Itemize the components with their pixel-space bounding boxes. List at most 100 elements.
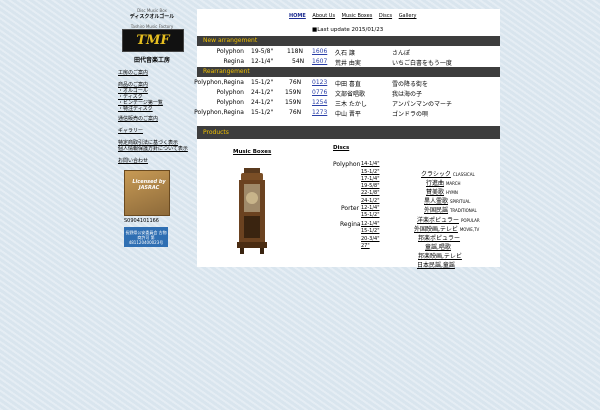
genre-jp: 賛美歌: [426, 189, 445, 196]
last-update: ■Last update 2015/01/23: [312, 27, 383, 33]
last-update-label: ■Last update: [312, 27, 350, 33]
disc-size-link[interactable]: 15-1/2": [361, 169, 380, 175]
genre-jp: 外国民謡: [424, 207, 449, 214]
discs-link[interactable]: Discs: [333, 145, 349, 151]
jasrac-badge[interactable]: Licensed by JASRAC: [124, 170, 170, 216]
nav-gallery[interactable]: Gallery: [399, 13, 417, 19]
row-artist: 三木 たかし: [335, 101, 367, 108]
genre-jp: 邦楽映画,テレビ: [418, 253, 462, 260]
sidebar-link-privacy[interactable]: 個人情報保護方針について表示: [118, 146, 188, 152]
genre-item[interactable]: 邦楽ポピュラー: [418, 233, 460, 242]
row-song: ゴンドラの唄: [392, 111, 429, 118]
row-notes: 159N: [285, 99, 301, 106]
products-header: Products: [197, 126, 500, 139]
genre-jp: 黒人霊歌: [424, 198, 449, 205]
genre-jp: 洋楽ポピュラー: [417, 217, 460, 224]
row-size: 24-1/2": [251, 89, 274, 96]
rearrangement-header: Rearrangement: [197, 67, 500, 77]
row-disc-number[interactable]: 1606: [312, 48, 327, 55]
row-disc-number[interactable]: 1273: [312, 109, 327, 116]
row-model: Regina: [223, 58, 244, 65]
brand-jp: ディスクオルゴール: [129, 14, 175, 20]
disc-size-link[interactable]: 12-1/4": [361, 205, 380, 211]
genre-item[interactable]: 日本民謡,童謡: [417, 260, 455, 269]
genre-en: MOVIE,TV: [459, 227, 480, 232]
row-size: 24-1/2": [251, 99, 274, 106]
row-artist: 中山 晋平: [335, 111, 361, 118]
genre-item[interactable]: 外国映画,テレビ MOVIE,TV: [414, 224, 479, 233]
row-model: Polyphon: [216, 48, 244, 55]
row-size: 19-5/8": [251, 48, 274, 55]
row-disc-number[interactable]: 0776: [312, 89, 327, 96]
genre-en: POPULAR: [460, 218, 480, 223]
genre-item[interactable]: 童謡,唱歌: [425, 242, 451, 251]
row-model: Polyphon: [216, 89, 244, 96]
row-size: 15-1/2": [251, 79, 274, 86]
row-disc-number[interactable]: 0123: [312, 79, 327, 86]
genre-item[interactable]: 黒人霊歌 SPIRITUAL: [424, 196, 470, 205]
row-size: 15-1/2": [251, 109, 274, 116]
genre-item[interactable]: クラシック CLASSICAL: [421, 169, 475, 178]
genre-jp: 外国映画,テレビ: [414, 226, 458, 233]
factory-jp: 田代音楽工房: [133, 57, 170, 64]
row-song: いちご白書をもう一度: [392, 60, 452, 67]
row-notes: 76N: [289, 79, 302, 86]
disc-size-link[interactable]: 22-1/8": [361, 190, 380, 196]
genre-jp: 童謡,唱歌: [425, 244, 451, 251]
disc-size-link[interactable]: 14-1/4": [361, 161, 380, 167]
main-content: HOME About Us Music Boxes Discs Gallery …: [194, 9, 500, 269]
disc-model-label: Polyphon: [333, 161, 361, 168]
disc-size-link[interactable]: 17-1/4": [361, 176, 380, 182]
disc-model-label: Porter: [341, 205, 360, 212]
row-artist: 中田 喜直: [335, 81, 361, 88]
disc-size-link[interactable]: 27": [361, 243, 370, 249]
genre-jp: クラシック: [421, 171, 451, 178]
genre-item[interactable]: 行進曲 MARCH: [426, 178, 461, 187]
genre-item[interactable]: 外国民謡 TRADITIONAL: [424, 205, 477, 214]
disc-size-link[interactable]: 24-1/2": [361, 198, 380, 204]
disc-model-label: Regina: [340, 221, 361, 228]
disc-size-link[interactable]: 19-5/8": [361, 183, 380, 189]
genre-item[interactable]: 賛美歌 HYMN: [426, 187, 458, 196]
music-box-image[interactable]: [235, 168, 269, 254]
jasrac-number: S0904101166: [124, 218, 159, 224]
row-size: 12-1/4": [251, 58, 274, 65]
nav-about[interactable]: About Us: [312, 13, 335, 19]
row-notes: 54N: [292, 58, 305, 65]
license-badge[interactable]: 長野県公安委員会 古物商許可 第481120400023号: [124, 227, 168, 247]
row-song: 雪の降る街を: [392, 81, 429, 88]
genre-jp: 行進曲: [426, 180, 445, 187]
row-song: 我は海の子: [392, 91, 423, 98]
genre-en: TRADITIONAL: [449, 208, 477, 213]
row-artist: 久石 譲: [335, 50, 355, 57]
genre-en: CLASSICAL: [452, 172, 475, 177]
row-model: Polyphon,Regina: [194, 79, 244, 86]
nav-musicboxes[interactable]: Music Boxes: [342, 13, 373, 19]
disc-size-link[interactable]: 15-1/2": [361, 228, 380, 234]
row-song: アンパンマンのマーチ: [392, 101, 453, 108]
genre-en: MARCH: [445, 181, 461, 186]
new-arrangement-header: New arrangement: [197, 36, 500, 46]
nav-home[interactable]: HOME: [289, 13, 306, 19]
genre-item[interactable]: 洋楽ポピュラー POPULAR: [417, 215, 480, 224]
tmf-logo[interactable]: TMF: [122, 29, 184, 52]
row-notes: 76N: [289, 109, 302, 116]
row-notes: 118N: [287, 48, 303, 55]
genre-en: SPIRITUAL: [449, 199, 471, 204]
nav-discs[interactable]: Discs: [379, 13, 392, 19]
row-disc-number[interactable]: 1607: [312, 58, 327, 65]
row-song: さんぽ: [392, 50, 411, 57]
disc-size-link[interactable]: 12-1/4": [361, 221, 380, 227]
music-boxes-link[interactable]: Music Boxes: [233, 149, 271, 155]
sidebar: Disc Music Box ディスクオルゴール Tashiro Music F…: [118, 8, 188, 247]
disc-size-link[interactable]: 15-1/2": [361, 212, 380, 218]
disc-size-link[interactable]: 20-3/4": [361, 236, 380, 242]
genre-jp: 邦楽ポピュラー: [418, 235, 461, 242]
row-disc-number[interactable]: 1254: [312, 99, 327, 106]
row-model: Polyphon,Regina: [194, 109, 244, 116]
genre-item[interactable]: 邦楽映画,テレビ: [418, 251, 462, 260]
jasrac-label: Licensed by JASRAC: [132, 179, 166, 191]
genre-jp: 日本民謡,童謡: [417, 262, 455, 269]
last-update-date: 2015/01/23: [351, 27, 384, 33]
sidebar-link-contact[interactable]: お問い合わせ: [118, 158, 186, 164]
